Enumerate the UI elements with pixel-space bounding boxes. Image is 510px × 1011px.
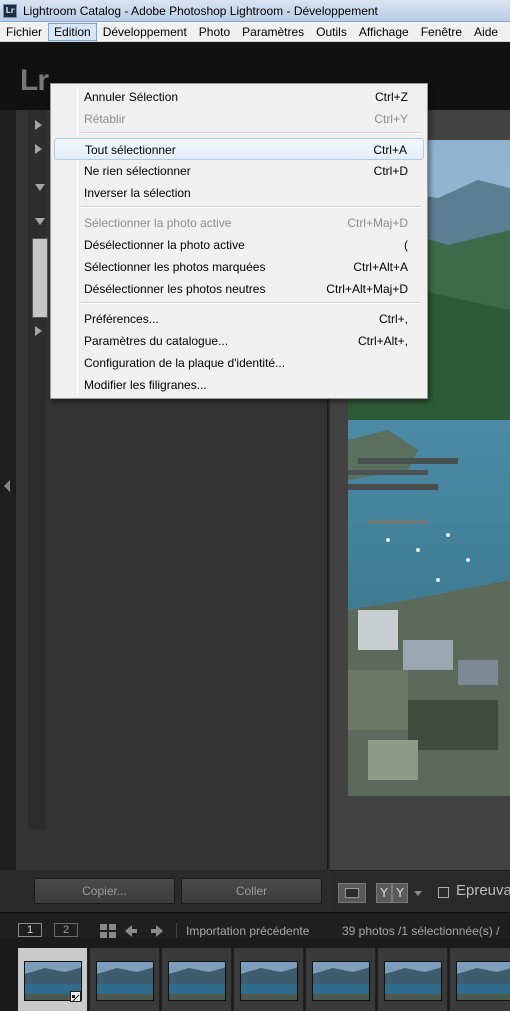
menu-item-retablir[interactable]: Rétablir Ctrl+Y: [54, 108, 424, 130]
panel-expand-arrow-icon[interactable]: [35, 144, 42, 154]
loupe-view-button[interactable]: [338, 883, 366, 903]
menu-separator: [81, 206, 421, 208]
lightroom-window: Lr Lightroom Catalog - Adobe Photoshop L…: [0, 0, 510, 1011]
soft-proofing-checkbox[interactable]: [438, 887, 449, 898]
menu-item-shortcut: Ctrl+Alt+,: [357, 334, 408, 348]
menu-item-label: Configuration de la plaque d'identité...: [84, 356, 286, 370]
menu-item-modifier-les-filigranes[interactable]: Modifier les filigranes...: [54, 374, 424, 396]
menu-item-label: Désélectionner les photos neutres: [84, 282, 266, 296]
lightroom-logo: Lr: [20, 64, 49, 97]
divider: [176, 923, 177, 939]
filmstrip-thumbnail[interactable]: [18, 948, 88, 1011]
navigator-preview: [32, 238, 48, 318]
menu-separator: [81, 132, 421, 134]
menu-item-selectionner-la-photo-active[interactable]: Sélectionner la photo active Ctrl+Maj+D: [54, 212, 424, 234]
filmstrip-thumbnail[interactable]: [450, 948, 510, 1011]
menu-item-shortcut: Ctrl+D: [373, 164, 408, 178]
menu-item-tout-selectionner[interactable]: Tout sélectionner Ctrl+A: [54, 138, 424, 160]
menu-fichier[interactable]: Fichier: [0, 23, 48, 41]
menu-affichage[interactable]: Affichage: [353, 23, 415, 41]
collapse-left-arrow-icon[interactable]: [4, 480, 10, 492]
menu-item-label: Préférences...: [84, 312, 159, 326]
menu-photo[interactable]: Photo: [193, 23, 236, 41]
menu-item-label: Ne rien sélectionner: [84, 164, 191, 178]
secondary-window-button[interactable]: 2: [54, 923, 78, 937]
menu-item-label: Inverser la sélection: [84, 186, 191, 200]
before-after-split-button[interactable]: Y: [392, 883, 408, 903]
before-after-button[interactable]: Y: [376, 883, 392, 903]
menu-separator: [81, 302, 421, 304]
photo-toolbar: Y Y Epreuva: [330, 870, 510, 912]
menu-item-label: Annuler Sélection: [84, 90, 179, 104]
menu-item-shortcut: Ctrl+Alt+A: [353, 260, 408, 274]
thumbnail-image: [168, 961, 226, 1001]
menu-item-deselectionner-la-photo-active[interactable]: Désélectionner la photo active (: [54, 234, 424, 256]
thumbnail-image: [456, 961, 510, 1001]
menu-item-ne-rien-selectionner[interactable]: Ne rien sélectionner Ctrl+D: [54, 160, 424, 182]
menu-item-label: Modifier les filigranes...: [84, 378, 207, 392]
soft-proofing-label: Epreuva: [456, 882, 510, 899]
menu-item-preferences[interactable]: Préférences... Ctrl+,: [54, 308, 424, 330]
menu-edition[interactable]: Edition: [48, 22, 97, 41]
menu-item-parametres-du-catalogue[interactable]: Paramètres du catalogue... Ctrl+Alt+,: [54, 330, 424, 352]
back-arrow-icon[interactable]: [124, 924, 138, 938]
copy-paste-bar: Copier... Coller: [16, 870, 328, 912]
menu-aide[interactable]: Aide: [468, 23, 504, 41]
menu-item-label: Tout sélectionner: [85, 143, 176, 157]
primary-window-button[interactable]: 1: [18, 923, 42, 937]
filmstrip-thumbnail[interactable]: [234, 948, 304, 1011]
app-body: Lr Copier... Coller Y Y Epreuva 1 2 Impo…: [0, 42, 510, 1011]
window-title: Lightroom Catalog - Adobe Photoshop Ligh…: [23, 3, 378, 18]
menu-item-label: Rétablir: [84, 112, 126, 126]
thumbnail-image: [312, 961, 370, 1001]
menu-item-deselectionner-les-photos-neutres[interactable]: Désélectionner les photos neutres Ctrl+Al…: [54, 278, 424, 300]
filmstrip-source-label[interactable]: Importation précédente: [186, 924, 309, 938]
filmstrip-thumbnail[interactable]: [162, 948, 232, 1011]
menu-bar: Fichier Edition Développement Photo Paramètr…: [0, 22, 510, 42]
menu-item-shortcut: Ctrl+Y: [374, 112, 408, 126]
copy-button[interactable]: Copier...: [34, 878, 175, 904]
develop-settings-badge-icon: [70, 991, 81, 1003]
menu-item-shortcut: Ctrl+Maj+D: [347, 216, 408, 230]
left-panel-edge[interactable]: [0, 110, 16, 870]
filmstrip-thumbnail[interactable]: [378, 948, 448, 1011]
panel-collapse-arrow-icon[interactable]: [35, 184, 45, 191]
menu-item-inverser-la-selection[interactable]: Inverser la sélection: [54, 182, 424, 204]
menu-item-configuration-de-la-plaque-d-identite[interactable]: Configuration de la plaque d'identité...: [54, 352, 424, 374]
menu-item-label: Sélectionner la photo active: [84, 216, 232, 230]
menu-item-shortcut: Ctrl+Z: [375, 90, 408, 104]
lightroom-app-icon: Lr: [3, 3, 17, 18]
grid-view-icon[interactable]: [100, 924, 116, 938]
menu-item-label: Paramètres du catalogue...: [84, 334, 229, 348]
menu-item-selectionner-les-photos-marquees[interactable]: Sélectionner les photos marquées Ctrl+Alt…: [54, 256, 424, 278]
menu-item-shortcut: Ctrl+,: [378, 312, 408, 326]
menu-item-annuler-selection[interactable]: Annuler Sélection Ctrl+Z: [54, 86, 424, 108]
paste-button[interactable]: Coller: [181, 878, 322, 904]
panel-collapse-arrow-icon[interactable]: [35, 218, 45, 225]
menu-fenetre[interactable]: Fenêtre: [415, 23, 468, 41]
menu-item-shortcut: (: [404, 238, 408, 252]
edit-menu-dropdown: Annuler Sélection Ctrl+Z Rétablir Ctrl+Y Tou…: [50, 83, 428, 399]
thumbnail-image: [384, 961, 442, 1001]
menu-parametres[interactable]: Paramètres: [236, 23, 310, 41]
menu-outils[interactable]: Outils: [310, 23, 353, 41]
filmstrip-header: 1 2 Importation précédente 39 photos /1 …: [0, 912, 510, 939]
photo-count-label: 39 photos /1 sélectionnée(s) /: [342, 924, 500, 938]
filmstrip: [0, 938, 510, 1011]
menu-developpement[interactable]: Développement: [97, 23, 193, 41]
panel-expand-arrow-icon[interactable]: [35, 120, 42, 130]
filmstrip-thumbnail[interactable]: [90, 948, 160, 1011]
forward-arrow-icon[interactable]: [150, 924, 164, 938]
chevron-down-icon[interactable]: [414, 891, 422, 896]
thumbnail-image: [240, 961, 298, 1001]
filmstrip-thumbnail[interactable]: [306, 948, 376, 1011]
menu-item-label: Sélectionner les photos marquées: [84, 260, 266, 274]
menu-item-label: Désélectionner la photo active: [84, 238, 245, 252]
menu-item-shortcut: Ctrl+Alt+Maj+D: [326, 282, 408, 296]
thumbnail-image: [96, 961, 154, 1001]
panel-expand-arrow-icon[interactable]: [35, 326, 42, 336]
menu-item-shortcut: Ctrl+A: [373, 143, 407, 157]
title-bar: Lr Lightroom Catalog - Adobe Photoshop L…: [0, 0, 510, 22]
